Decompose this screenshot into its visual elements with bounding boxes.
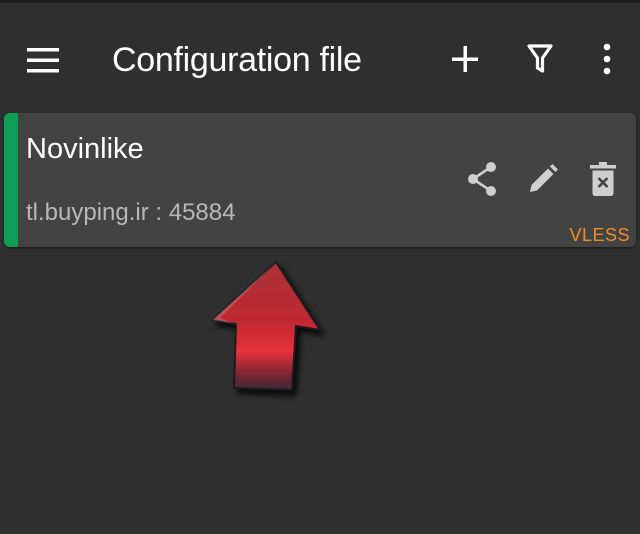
- share-button[interactable]: [460, 157, 504, 201]
- selected-indicator: [4, 113, 18, 247]
- hamburger-menu-icon: [27, 48, 59, 73]
- share-icon: [468, 162, 496, 196]
- server-address: tl.buyping.ir : 45884: [26, 199, 236, 226]
- add-config-button[interactable]: [442, 36, 488, 82]
- page-title: Configuration file: [112, 41, 362, 79]
- server-card[interactable]: Novinlike tl.buyping.ir : 45884 VLESS: [4, 113, 636, 247]
- edit-pencil-icon: [530, 164, 558, 192]
- up-arrow-annotation-icon: [209, 260, 323, 392]
- edit-button[interactable]: [521, 157, 565, 201]
- delete-trash-icon: [590, 162, 616, 196]
- plus-icon: [452, 46, 478, 72]
- menu-button[interactable]: [20, 37, 66, 83]
- filter-icon: [527, 44, 553, 73]
- delete-button[interactable]: [581, 157, 625, 201]
- server-name: Novinlike: [26, 133, 144, 165]
- filter-button[interactable]: [517, 36, 563, 82]
- more-options-button[interactable]: [584, 36, 630, 82]
- app-bar: Configuration file: [0, 3, 640, 107]
- protocol-label: VLESS: [569, 225, 630, 245]
- more-vertical-icon: [603, 43, 611, 75]
